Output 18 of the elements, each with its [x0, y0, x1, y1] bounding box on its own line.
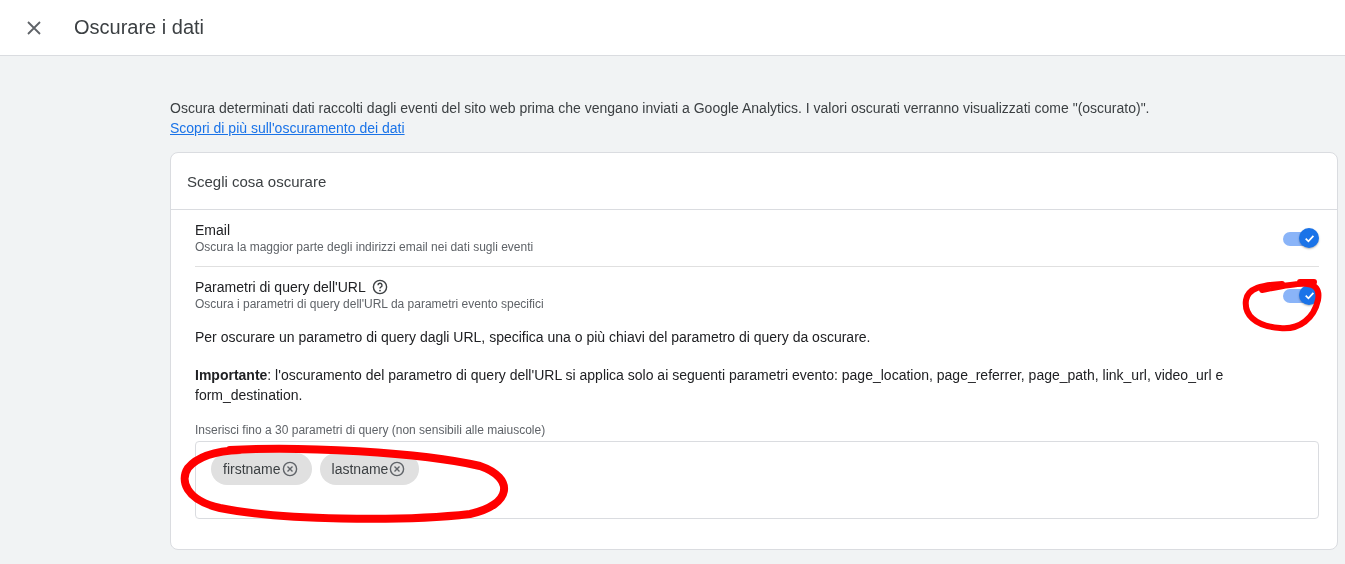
intro-text: Oscura determinati dati raccolti dagli eventi del sito web prima che vengano inviati a Google Analytics. I valori oscurati verranno visualizzati come "(oscurato)". Scopri di più sull'oscuramento dei dati: [170, 99, 1151, 138]
option-title: Parametri di query dell'URL: [195, 279, 366, 295]
chips-input-field[interactable]: firstname lastname: [195, 441, 1319, 519]
card-title: Scegli cosa oscurare: [187, 172, 327, 190]
page-title: Oscurare i dati: [74, 16, 205, 39]
option-description: Oscura i parametri di query dell'URL da parametri evento specifici: [195, 297, 544, 311]
remove-icon[interactable]: [281, 461, 298, 477]
instructions-text: Per oscurare un parametro di query dagli URL, specifica una o più chiavi del parametro di query da oscurare.: [195, 328, 872, 347]
remove-icon[interactable]: [389, 461, 406, 477]
learn-more-link[interactable]: Scopri di più sull'oscuramento dei dati: [170, 120, 405, 136]
toggle-switch[interactable]: [1283, 227, 1319, 249]
close-icon[interactable]: [27, 20, 41, 35]
option-title: Email: [195, 222, 230, 238]
parameter-chip[interactable]: firstname: [211, 453, 312, 485]
important-note: Importante: l'oscuramento del parametro di query dell'URL si applica solo ai seguenti parametri evento: page_location, page_referrer, page_path, link_url, video_url e form_destination.: [195, 366, 1225, 405]
help-icon[interactable]: [371, 279, 388, 295]
option-description: Oscura la maggior parte degli indirizzi email nei dati sugli eventi: [195, 240, 534, 254]
field-label: Inserisci fino a 30 parametri di query (non sensibili alle maiuscole): [195, 423, 547, 437]
